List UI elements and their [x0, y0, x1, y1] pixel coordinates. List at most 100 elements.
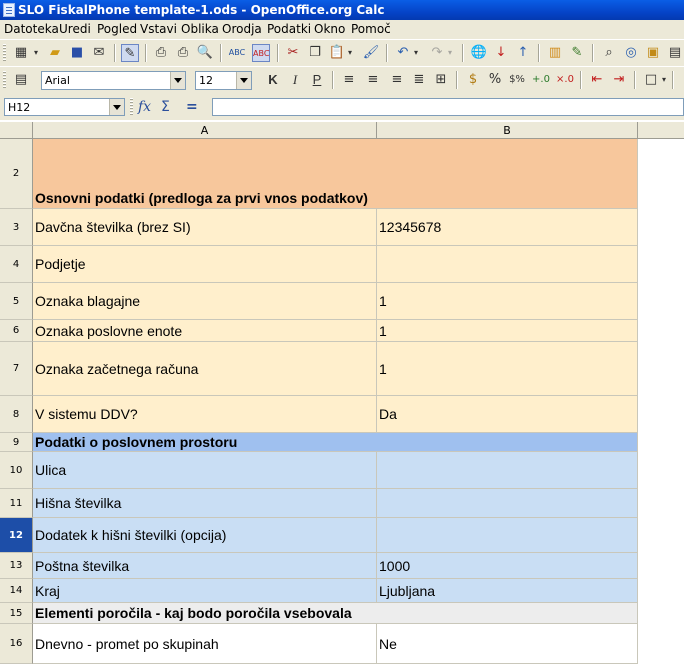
row-header[interactable]: 7: [0, 342, 33, 396]
spellcheck-icon[interactable]: ABC: [228, 44, 246, 62]
standard-format-icon[interactable]: $%: [508, 71, 526, 89]
function-wizard-button[interactable]: fx: [138, 98, 151, 116]
formula-input[interactable]: [212, 98, 684, 116]
font-name-combo[interactable]: Arial: [41, 71, 186, 90]
draw-functions-icon[interactable]: ✎: [568, 44, 586, 62]
borders-dropdown-icon[interactable]: ▾: [660, 71, 668, 89]
row-header[interactable]: 2: [0, 139, 33, 209]
cell-b8[interactable]: Da: [377, 396, 638, 433]
cell-b6[interactable]: 1: [377, 320, 638, 342]
cell-a3[interactable]: Davčna številka (brez SI): [33, 209, 377, 246]
undo-dropdown-icon[interactable]: ▾: [412, 44, 420, 62]
font-size-combo[interactable]: 12: [195, 71, 252, 90]
cell-b12[interactable]: [377, 518, 638, 553]
name-box[interactable]: H12: [4, 98, 125, 116]
format-paintbrush-icon[interactable]: 🖌: [362, 44, 380, 62]
cell-a5[interactable]: Oznaka blagajne: [33, 283, 377, 320]
paste-icon[interactable]: 📋: [328, 44, 346, 62]
borders-icon[interactable]: □: [642, 71, 660, 89]
cell-a7[interactable]: Oznaka začetnega računa: [33, 342, 377, 396]
menu-pomoc[interactable]: Pomoč: [351, 20, 391, 39]
column-header-a[interactable]: A: [33, 122, 377, 139]
menu-pogled[interactable]: Pogled: [97, 20, 137, 39]
cell-b16[interactable]: Ne: [377, 624, 638, 664]
chevron-down-icon[interactable]: [170, 72, 185, 89]
cell-b14[interactable]: Ljubljana: [377, 579, 638, 603]
row-header[interactable]: 16: [0, 624, 33, 664]
column-c-area[interactable]: [637, 139, 684, 664]
cell-b10[interactable]: [377, 452, 638, 489]
find-replace-icon[interactable]: ⌕: [600, 44, 618, 62]
cell-a14[interactable]: Kraj: [33, 579, 377, 603]
cell-a10[interactable]: Ulica: [33, 452, 377, 489]
chart-icon[interactable]: ▥: [546, 44, 564, 62]
sort-descending-icon[interactable]: ↑: [514, 44, 532, 62]
copy-icon[interactable]: ❐: [306, 44, 324, 62]
cell-a13[interactable]: Poštna številka: [33, 553, 377, 579]
undo-icon[interactable]: ↶: [394, 44, 412, 62]
menu-uredi[interactable]: Uredi: [59, 20, 91, 39]
cell-b5[interactable]: 1: [377, 283, 638, 320]
align-center-icon[interactable]: ≡: [364, 71, 382, 89]
underline-button[interactable]: P: [308, 71, 326, 89]
menu-podatki[interactable]: Podatki: [267, 20, 311, 39]
select-all-corner[interactable]: [0, 122, 33, 139]
cell-b7[interactable]: 1: [377, 342, 638, 396]
redo-dropdown-icon[interactable]: ▾: [446, 44, 454, 62]
delete-decimal-icon[interactable]: ×.0: [556, 71, 574, 89]
save-icon[interactable]: ■: [68, 44, 86, 62]
email-icon[interactable]: ✉: [90, 44, 108, 62]
row-header[interactable]: 4: [0, 246, 33, 283]
cell-a6[interactable]: Oznaka poslovne enote: [33, 320, 377, 342]
row-header[interactable]: 9: [0, 433, 33, 452]
toolbar-grip[interactable]: [3, 44, 6, 62]
cell-b11[interactable]: [377, 489, 638, 518]
menu-oblika[interactable]: Oblika: [181, 20, 219, 39]
data-sources-icon[interactable]: ▤: [666, 44, 684, 62]
cell-a9[interactable]: Podatki o poslovnem prostoru: [33, 433, 638, 452]
currency-format-icon[interactable]: $: [464, 71, 482, 89]
cell-a15[interactable]: Elementi poročila - kaj bodo poročila vs…: [33, 603, 638, 624]
paste-dropdown-icon[interactable]: ▾: [346, 44, 354, 62]
cell-a12[interactable]: Dodatek k hišni številki (opcija): [33, 518, 377, 553]
hyperlink-icon[interactable]: 🌐: [470, 44, 488, 62]
row-header[interactable]: 6: [0, 320, 33, 342]
chevron-down-icon[interactable]: [236, 72, 251, 89]
sort-ascending-icon[interactable]: ↓: [492, 44, 510, 62]
sum-button[interactable]: Σ: [161, 98, 170, 116]
row-header[interactable]: 3: [0, 209, 33, 246]
cell-a4[interactable]: Podjetje: [33, 246, 377, 283]
row-header[interactable]: 10: [0, 452, 33, 489]
row-header-selected[interactable]: 12: [0, 518, 33, 553]
autospellcheck-icon[interactable]: ABC: [252, 44, 270, 62]
row-header[interactable]: 13: [0, 553, 33, 579]
page-preview-icon[interactable]: 🔍: [196, 44, 214, 62]
column-header-b[interactable]: B: [377, 122, 638, 139]
new-dropdown-icon[interactable]: ▾: [32, 44, 40, 62]
print-icon[interactable]: ⎙: [174, 44, 192, 62]
row-header[interactable]: 14: [0, 579, 33, 603]
menu-vstavi[interactable]: Vstavi: [140, 20, 177, 39]
cell-a8[interactable]: V sistemu DDV?: [33, 396, 377, 433]
row-header[interactable]: 15: [0, 603, 33, 624]
bold-button[interactable]: K: [264, 71, 282, 89]
chevron-down-icon[interactable]: [109, 99, 124, 115]
edit-file-icon[interactable]: ✎: [121, 44, 139, 62]
menu-okno[interactable]: Okno: [314, 20, 345, 39]
increase-indent-icon[interactable]: ⇥: [610, 71, 628, 89]
row-header[interactable]: 8: [0, 396, 33, 433]
cell-b3[interactable]: 12345678: [377, 209, 638, 246]
align-right-icon[interactable]: ≡: [388, 71, 406, 89]
gallery-icon[interactable]: ▣: [644, 44, 662, 62]
menu-orodja[interactable]: Orodja: [222, 20, 262, 39]
align-left-icon[interactable]: ≡: [340, 71, 358, 89]
redo-icon[interactable]: ↷: [428, 44, 446, 62]
cell-a16[interactable]: Dnevno - promet po skupinah: [33, 624, 377, 664]
italic-button[interactable]: I: [286, 71, 304, 89]
cut-icon[interactable]: ✂: [284, 44, 302, 62]
toolbar-grip[interactable]: [130, 98, 133, 116]
add-decimal-icon[interactable]: +.0: [532, 71, 550, 89]
merge-cells-icon[interactable]: ⊞: [432, 71, 450, 89]
export-pdf-icon[interactable]: ⎙: [152, 44, 170, 62]
toolbar-grip[interactable]: [3, 71, 6, 89]
